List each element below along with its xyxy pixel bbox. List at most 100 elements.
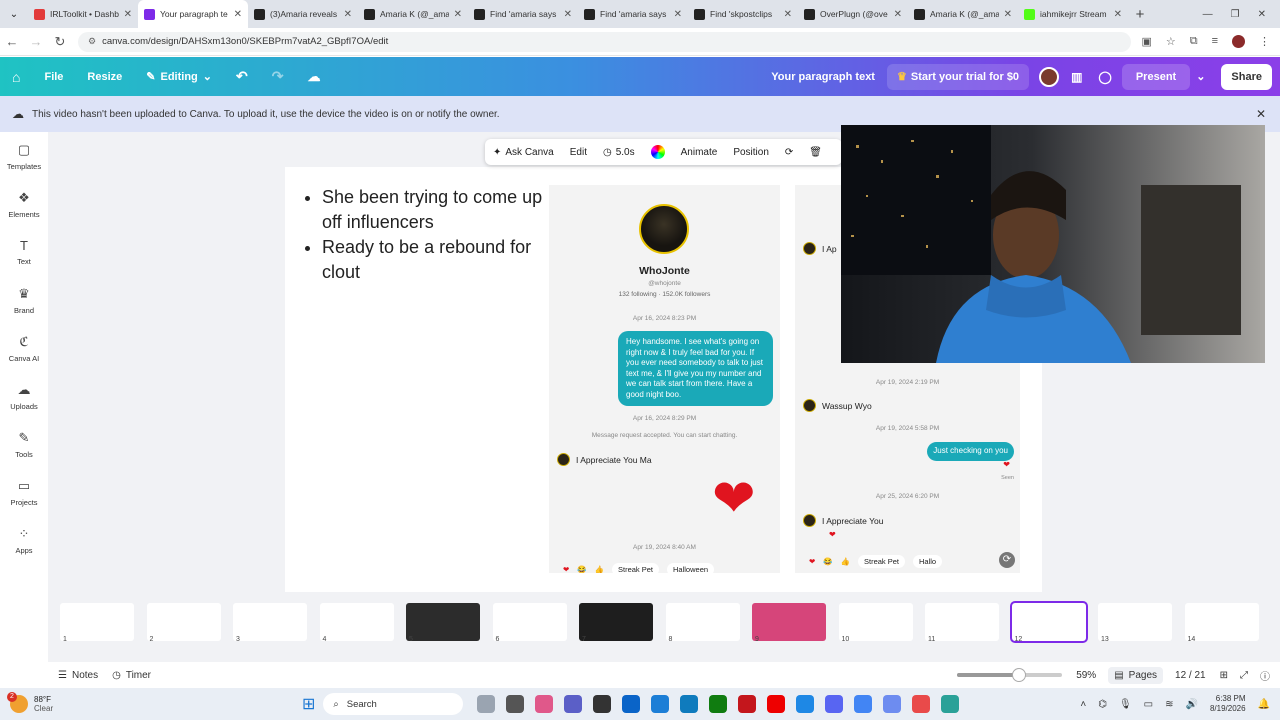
notes-button[interactable]: ☰ Notes <box>58 670 98 681</box>
file-explorer-icon[interactable] <box>476 695 495 713</box>
browser-tab[interactable]: Your paragraph te ✕ <box>138 0 248 28</box>
outlook-icon[interactable] <box>621 695 640 713</box>
sidebar-item-templates[interactable]: ▢ Templates <box>0 132 48 180</box>
photos-icon[interactable] <box>650 695 669 713</box>
discord-icon[interactable] <box>824 695 843 713</box>
fullscreen-icon[interactable]: ⤢ <box>1240 670 1248 681</box>
minimize-icon[interactable]: — <box>1203 9 1213 20</box>
grid-view-icon[interactable]: ⊞ <box>1220 670 1228 681</box>
animate-button[interactable]: Animate <box>673 147 726 158</box>
insights-icon[interactable]: ▥ <box>1059 70 1094 84</box>
page-thumbnail[interactable]: 10 <box>838 603 913 641</box>
ask-canva-button[interactable]: ✦ Ask Canva <box>485 147 562 158</box>
tab-close-icon[interactable]: ✕ <box>344 9 352 20</box>
file-menu[interactable]: File <box>32 71 75 83</box>
page-thumbnail[interactable]: 11 <box>925 603 999 641</box>
sidebar-item-projects[interactable]: ▭ Projects <box>0 468 48 516</box>
acrobat-icon[interactable] <box>737 695 756 713</box>
color-button[interactable] <box>643 145 673 159</box>
redo-button[interactable]: ↷ <box>260 68 296 85</box>
user-avatar[interactable] <box>1039 66 1060 87</box>
browser-tab[interactable]: iahmikejrr Stream ✕ <box>1018 0 1128 28</box>
browser-tab[interactable]: OverPlugn (@ove ✕ <box>798 0 908 28</box>
xbox-icon[interactable] <box>708 695 727 713</box>
display-icon[interactable]: ▭ <box>1144 699 1153 710</box>
tray-overflow-icon[interactable]: ˄ <box>1080 699 1086 710</box>
teams-icon[interactable] <box>563 695 582 713</box>
timer-button[interactable]: ◷ Timer <box>112 670 151 681</box>
youtube-icon[interactable] <box>766 695 785 713</box>
new-tab-button[interactable]: + <box>1128 6 1152 23</box>
sidebar-item-uploads[interactable]: ☁ Uploads <box>0 372 48 420</box>
bookmark-star-icon[interactable]: ☆ <box>1166 35 1176 48</box>
network-icon[interactable]: ⌬ <box>1098 699 1107 710</box>
tab-close-icon[interactable]: ✕ <box>454 9 462 20</box>
edge-icon[interactable] <box>679 695 698 713</box>
undo-button[interactable]: ↶ <box>224 68 260 85</box>
arc-icon[interactable] <box>882 695 901 713</box>
tab-search-icon[interactable]: ⌄ <box>0 0 28 28</box>
browser-tab[interactable]: Find 'amaria says ✕ <box>578 0 688 28</box>
tab-close-icon[interactable]: ✕ <box>234 9 242 20</box>
zoom-slider-handle[interactable] <box>1012 668 1027 682</box>
browser-tab[interactable]: Amaria K (@_ama ✕ <box>908 0 1018 28</box>
page-thumbnail[interactable]: 8 <box>665 603 740 641</box>
present-button[interactable]: Present <box>1121 63 1191 90</box>
share-button[interactable]: Share <box>1221 63 1272 90</box>
browser-tab[interactable]: (3)Amaria reveals ✕ <box>248 0 358 28</box>
tab-close-icon[interactable]: ✕ <box>1114 9 1122 20</box>
cloud-save-icon[interactable]: ☁ <box>295 69 332 85</box>
sidebar-item-apps[interactable]: ⁘ Apps <box>0 516 48 564</box>
wifi-icon[interactable]: ≋ <box>1165 699 1173 710</box>
sidebar-item-brand[interactable]: ♛ Brand <box>0 276 48 324</box>
browser-tab[interactable]: Find 'amaria says ✕ <box>468 0 578 28</box>
browser-tab[interactable]: Amaria K (@_ama ✕ <box>358 0 468 28</box>
maximize-icon[interactable]: ❐ <box>1231 9 1240 20</box>
browser-tab[interactable]: IRLToolkit • Dashb ✕ <box>28 0 138 28</box>
refresh-icon[interactable]: ⟳ <box>777 147 801 158</box>
obs-icon[interactable] <box>592 695 611 713</box>
comment-icon[interactable]: ◯ <box>1094 70 1115 84</box>
page-thumbnail[interactable]: 6 <box>492 603 567 641</box>
profile-avatar[interactable] <box>1232 35 1245 48</box>
reload-icon[interactable]: ↻ <box>48 34 72 50</box>
windows-start-icon[interactable]: ⊞ <box>302 694 315 714</box>
resize-button[interactable]: Resize <box>75 71 134 83</box>
tab-close-icon[interactable]: ✕ <box>124 9 132 20</box>
browser-tab[interactable]: Find 'skpostclips ✕ <box>688 0 798 28</box>
url-field[interactable]: ⚙ canva.com/design/DAHSxm13on0/SKEBPrm7v… <box>78 31 1132 52</box>
chrome-icon[interactable] <box>853 695 872 713</box>
mic-icon[interactable]: 🎙 <box>1119 699 1132 710</box>
page-thumbnail[interactable]: 2 <box>146 603 221 641</box>
weather-widget[interactable]: 2 88°F Clear <box>7 692 260 713</box>
delete-icon[interactable]: 🗑 <box>801 147 830 158</box>
edit-button[interactable]: Edit <box>562 147 595 158</box>
tab-close-icon[interactable]: ✕ <box>894 9 902 20</box>
present-options-icon[interactable]: ⌄ <box>1190 70 1211 83</box>
page-thumbnail[interactable]: 4 <box>319 603 394 641</box>
page-thumbnail[interactable]: 12 <box>1009 601 1088 643</box>
rotate-handle-icon[interactable]: ⟳ <box>999 552 1015 568</box>
media-icon[interactable]: ≡ <box>1212 35 1218 48</box>
task-view-icon[interactable] <box>505 695 524 713</box>
browser-menu-icon[interactable]: ⋮ <box>1259 35 1270 48</box>
sidebar-item-canva-ai[interactable]: ℭ Canva AI <box>0 324 48 372</box>
home-button[interactable]: ⌂ <box>0 69 32 85</box>
slide-bullet-list[interactable]: She been trying to come up off influence… <box>300 185 550 285</box>
notice-close-icon[interactable]: ✕ <box>1256 107 1266 121</box>
volume-icon[interactable]: 🔊 <box>1186 699 1198 710</box>
window-close-icon[interactable]: ✕ <box>1258 9 1266 20</box>
page-thumbnail[interactable]: 5 <box>406 603 480 641</box>
screenshot-icon[interactable]: ▣ <box>1141 35 1151 48</box>
notification-bell-icon[interactable]: 🔔 <box>1258 699 1270 710</box>
editing-mode-button[interactable]: ✎ Editing ⌄ <box>134 70 224 84</box>
trial-button[interactable]: ♛ Start your trial for $0 <box>886 63 1030 90</box>
page-thumbnail[interactable]: 7 <box>579 603 653 641</box>
duration-button[interactable]: ◷ 5.0s <box>595 147 643 158</box>
sidebar-item-elements[interactable]: ❖ Elements <box>0 180 48 228</box>
sidebar-item-text[interactable]: T Text <box>0 228 48 276</box>
tab-close-icon[interactable]: ✕ <box>784 9 792 20</box>
tab-close-icon[interactable]: ✕ <box>1004 9 1012 20</box>
page-thumbnail[interactable]: 3 <box>233 603 307 641</box>
clock[interactable]: 6:38 PM 8/19/2026 <box>1210 694 1246 714</box>
